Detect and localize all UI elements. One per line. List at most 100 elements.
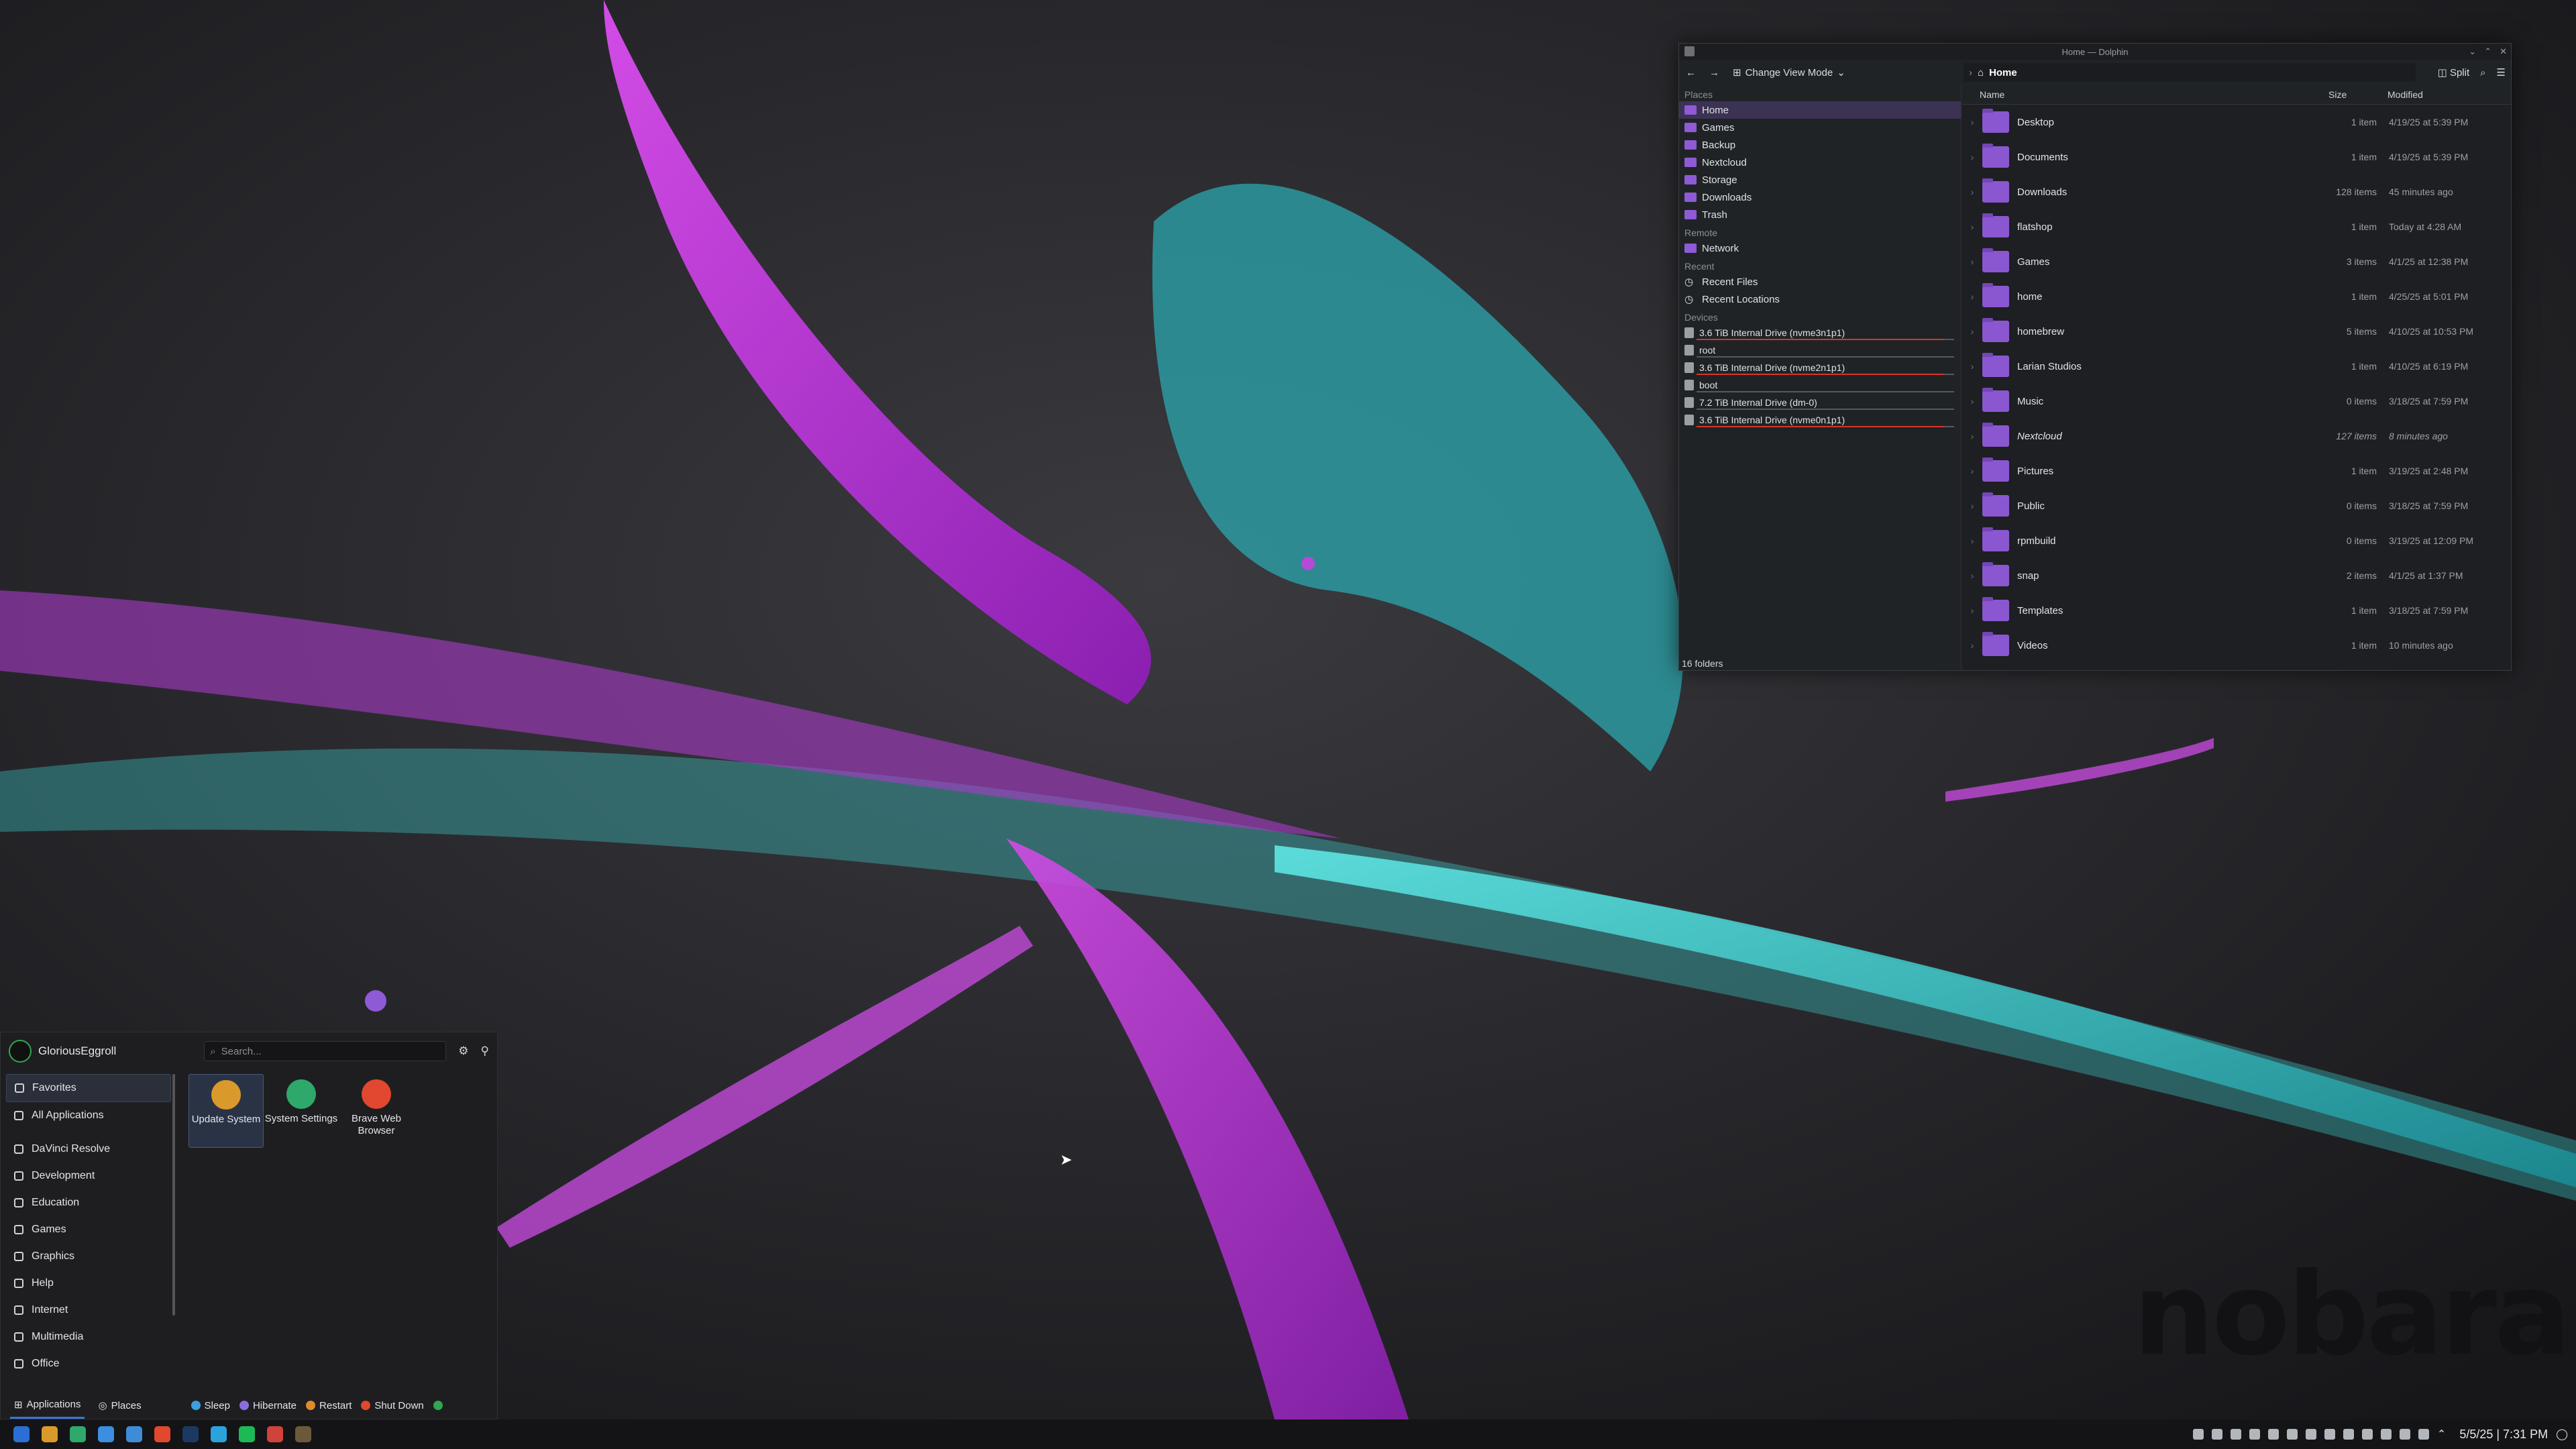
breadcrumb-home[interactable]: Home bbox=[1989, 67, 2017, 78]
app-tile-brave-web-browser[interactable]: Brave Web Browser bbox=[339, 1074, 414, 1148]
configure-icon[interactable]: ⚙ bbox=[458, 1044, 468, 1058]
taskbar-chrome-button[interactable] bbox=[266, 1425, 284, 1444]
maximize-button[interactable]: ⌃ bbox=[2484, 46, 2491, 57]
table-row[interactable]: › home 1 item 4/25/25 at 5:01 PM bbox=[1962, 279, 2511, 314]
forward-button[interactable]: → bbox=[1703, 67, 1726, 78]
tray-icon-6[interactable] bbox=[2286, 1429, 2298, 1440]
tray-icon-4[interactable] bbox=[2249, 1429, 2260, 1440]
dolphin-window[interactable]: Home — Dolphin ⌄ ⌃ ✕ ← → ⊞ Change View M… bbox=[1678, 43, 2512, 671]
device-item[interactable]: boot bbox=[1679, 376, 1961, 394]
category-internet[interactable]: Internet bbox=[6, 1297, 171, 1324]
clipboard-icon[interactable] bbox=[2418, 1429, 2429, 1440]
search-icon[interactable]: ⌕ bbox=[2480, 67, 2485, 78]
minimize-button[interactable]: ⌄ bbox=[2469, 46, 2476, 57]
tray-expand-icon[interactable]: ⌃ bbox=[2437, 1428, 2446, 1441]
bluetooth-icon[interactable] bbox=[2380, 1429, 2392, 1440]
expand-icon[interactable]: › bbox=[1962, 361, 1982, 372]
table-row[interactable]: › snap 2 items 4/1/25 at 1:37 PM bbox=[1962, 558, 2511, 593]
category-favorites[interactable]: Favorites bbox=[6, 1074, 171, 1102]
category-davinci-resolve[interactable]: DaVinci Resolve bbox=[6, 1136, 171, 1163]
app-tile-system-settings[interactable]: System Settings bbox=[264, 1074, 339, 1148]
places-item-trash[interactable]: Trash bbox=[1679, 206, 1961, 223]
category-development[interactable]: Development bbox=[6, 1163, 171, 1189]
app-tile-update-system[interactable]: Update System bbox=[189, 1074, 264, 1148]
expand-icon[interactable]: › bbox=[1962, 640, 1982, 651]
device-item[interactable]: 3.6 TiB Internal Drive (nvme2n1p1) bbox=[1679, 359, 1961, 376]
places-item-recent[interactable]: ◷ Recent Files bbox=[1679, 273, 1961, 290]
view-mode-button[interactable]: ⊞ Change View Mode ⌄ bbox=[1726, 66, 1852, 79]
column-name[interactable]: Name bbox=[1962, 89, 2323, 100]
table-row[interactable]: › Larian Studios 1 item 4/10/25 at 6:19 PM bbox=[1962, 349, 2511, 384]
peek-desktop-icon[interactable]: ◯ bbox=[2556, 1428, 2568, 1441]
restart-button[interactable]: Restart bbox=[306, 1400, 352, 1411]
column-modified[interactable]: Modified bbox=[2382, 89, 2423, 100]
table-row[interactable]: › flatshop 1 item Today at 4:28 AM bbox=[1962, 209, 2511, 244]
category-all-applications[interactable]: All Applications bbox=[6, 1102, 171, 1129]
device-item[interactable]: root bbox=[1679, 341, 1961, 359]
more-power-button[interactable] bbox=[433, 1401, 443, 1410]
hamburger-menu-icon[interactable]: ☰ bbox=[2497, 66, 2506, 78]
taskbar-telegram-button[interactable] bbox=[209, 1425, 228, 1444]
tab-applications[interactable]: ⊞ Applications bbox=[10, 1392, 85, 1419]
expand-icon[interactable]: › bbox=[1962, 396, 1982, 407]
places-item-backup[interactable]: Backup bbox=[1679, 136, 1961, 154]
expand-icon[interactable]: › bbox=[1962, 152, 1982, 162]
volume-icon[interactable] bbox=[2361, 1429, 2373, 1440]
table-row[interactable]: › rpmbuild 0 items 3/19/25 at 12:09 PM bbox=[1962, 523, 2511, 558]
places-item-games[interactable]: Games bbox=[1679, 119, 1961, 136]
places-item-nextcloud[interactable]: Nextcloud bbox=[1679, 154, 1961, 171]
avatar[interactable] bbox=[9, 1040, 32, 1063]
expand-icon[interactable]: › bbox=[1962, 256, 1982, 267]
expand-icon[interactable]: › bbox=[1962, 431, 1982, 441]
category-office[interactable]: Office bbox=[6, 1350, 171, 1377]
category-games[interactable]: Games bbox=[6, 1216, 171, 1243]
taskbar-dolphin-button[interactable] bbox=[125, 1425, 144, 1444]
category-graphics[interactable]: Graphics bbox=[6, 1243, 171, 1270]
tray-icon-7[interactable] bbox=[2305, 1429, 2316, 1440]
back-button[interactable]: ← bbox=[1679, 67, 1703, 78]
places-item-storage[interactable]: Storage bbox=[1679, 171, 1961, 189]
sleep-button[interactable]: Sleep bbox=[191, 1400, 230, 1411]
places-item-downloads[interactable]: Downloads bbox=[1679, 189, 1961, 206]
device-item[interactable]: 7.2 TiB Internal Drive (dm-0) bbox=[1679, 394, 1961, 411]
taskbar-app-grid-button[interactable] bbox=[12, 1425, 31, 1444]
category-multimedia[interactable]: Multimedia bbox=[6, 1324, 171, 1350]
taskbar-system-settings-button[interactable] bbox=[68, 1425, 87, 1444]
device-item[interactable]: 3.6 TiB Internal Drive (nvme0n1p1) bbox=[1679, 411, 1961, 429]
table-row[interactable]: › Templates 1 item 3/18/25 at 7:59 PM bbox=[1962, 593, 2511, 628]
tray-icon-9[interactable] bbox=[2343, 1429, 2354, 1440]
tray-icon-8[interactable] bbox=[2324, 1429, 2335, 1440]
table-row[interactable]: › Documents 1 item 4/19/25 at 5:39 PM bbox=[1962, 140, 2511, 174]
category-education[interactable]: Education bbox=[6, 1189, 171, 1216]
expand-icon[interactable]: › bbox=[1962, 221, 1982, 232]
table-row[interactable]: › Desktop 1 item 4/19/25 at 5:39 PM bbox=[1962, 105, 2511, 140]
device-item[interactable]: 3.6 TiB Internal Drive (nvme3n1p1) bbox=[1679, 324, 1961, 341]
tray-icon-2[interactable] bbox=[2211, 1429, 2222, 1440]
table-row[interactable]: › Public 0 items 3/18/25 at 7:59 PM bbox=[1962, 488, 2511, 523]
expand-icon[interactable]: › bbox=[1962, 326, 1982, 337]
expand-icon[interactable]: › bbox=[1962, 186, 1982, 197]
taskbar-spotify-button[interactable] bbox=[237, 1425, 256, 1444]
taskbar-game-button[interactable] bbox=[294, 1425, 313, 1444]
category-help[interactable]: Help bbox=[6, 1270, 171, 1297]
expand-icon[interactable]: › bbox=[1962, 466, 1982, 476]
tray-icon-1[interactable] bbox=[2192, 1429, 2204, 1440]
expand-icon[interactable]: › bbox=[1962, 605, 1982, 616]
tab-places[interactable]: ◎ Places bbox=[94, 1392, 145, 1419]
expand-icon[interactable]: › bbox=[1962, 535, 1982, 546]
taskbar-update-button[interactable] bbox=[40, 1425, 59, 1444]
places-item-network[interactable]: Network bbox=[1679, 239, 1961, 257]
taskbar-steam-button[interactable] bbox=[181, 1425, 200, 1444]
scrollbar[interactable] bbox=[172, 1074, 175, 1316]
breadcrumb[interactable]: › ⌂ Home bbox=[1964, 63, 2416, 82]
taskbar-discover-button[interactable] bbox=[97, 1425, 115, 1444]
table-row[interactable]: › Games 3 items 4/1/25 at 12:38 PM bbox=[1962, 244, 2511, 279]
expand-icon[interactable]: › bbox=[1962, 500, 1982, 511]
expand-icon[interactable]: › bbox=[1962, 117, 1982, 127]
window-titlebar[interactable]: Home — Dolphin ⌄ ⌃ ✕ bbox=[1679, 44, 2511, 60]
network-icon[interactable] bbox=[2399, 1429, 2410, 1440]
shutdown-button[interactable]: Shut Down bbox=[361, 1400, 424, 1411]
table-row[interactable]: › Videos 1 item 10 minutes ago bbox=[1962, 628, 2511, 663]
close-button[interactable]: ✕ bbox=[2500, 46, 2507, 57]
hibernate-button[interactable]: Hibernate bbox=[239, 1400, 297, 1411]
